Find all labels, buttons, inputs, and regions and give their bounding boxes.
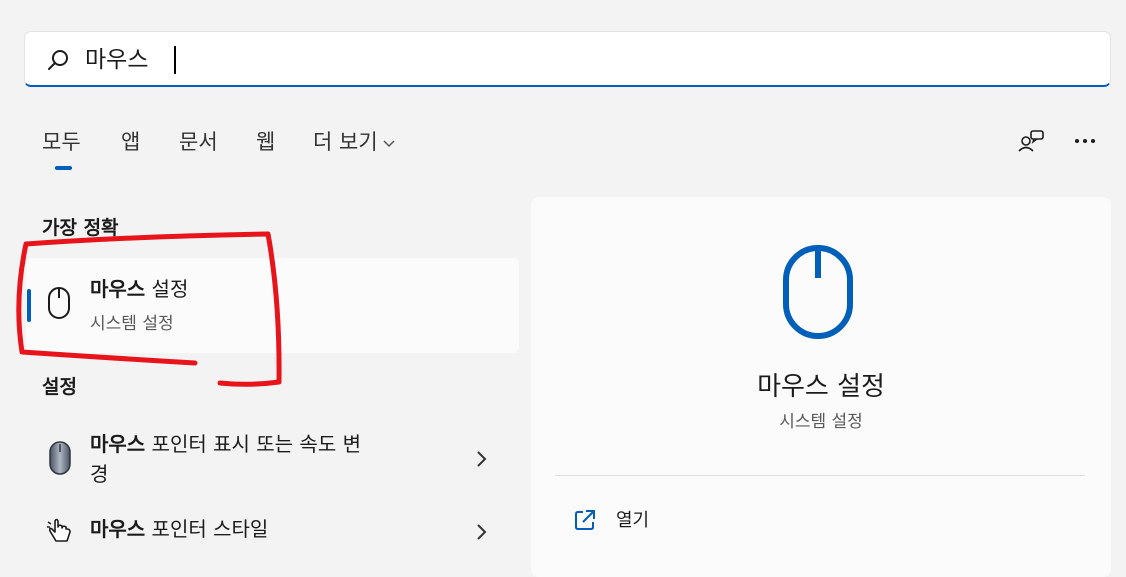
search-icon [48,50,68,70]
tab-apps[interactable]: 앱 [121,128,140,156]
best-match-subtitle: 시스템 설정 [90,314,174,334]
tab-more[interactable]: 더 보기 [313,128,396,156]
tab-all[interactable]: 모두 [42,128,81,156]
best-match-title: 마우스 설정 [90,277,189,301]
tab-web[interactable]: 웹 [256,128,275,156]
best-match-item[interactable] [26,258,519,353]
settings-heading: 설정 [42,376,77,398]
chevron-down-icon [383,140,395,148]
detail-title: 마우스 설정 [757,372,885,402]
detail-subtitle: 시스템 설정 [779,412,863,432]
mouse-icon [48,287,70,319]
best-match-heading: 가장 정확 [42,217,119,239]
settings-item-pointer-speed-title[interactable]: 마우스 포인터 표시 또는 속도 변 경 [90,431,361,487]
search-input[interactable]: 마우스 [85,46,148,74]
tab-documents[interactable]: 문서 [179,128,218,156]
feedback-icon[interactable] [1016,127,1046,157]
divider [555,475,1085,476]
more-options-icon[interactable] [1070,127,1100,157]
active-tab-indicator [55,166,72,170]
text-cursor [174,46,176,74]
mouse-pointer-speed-icon [49,441,71,475]
settings-item-pointer-style-title[interactable]: 마우스 포인터 스타일 [90,516,268,542]
open-external-icon [575,510,595,530]
open-label: 열기 [616,510,650,531]
mouse-large-icon [783,245,853,339]
chevron-right-icon[interactable] [474,522,488,542]
chevron-right-icon[interactable] [474,449,488,469]
search-box[interactable]: 마우스 [24,31,1111,87]
selection-indicator [27,289,31,322]
tab-more-label: 더 보기 [313,130,378,154]
hand-pointer-icon [47,518,71,542]
